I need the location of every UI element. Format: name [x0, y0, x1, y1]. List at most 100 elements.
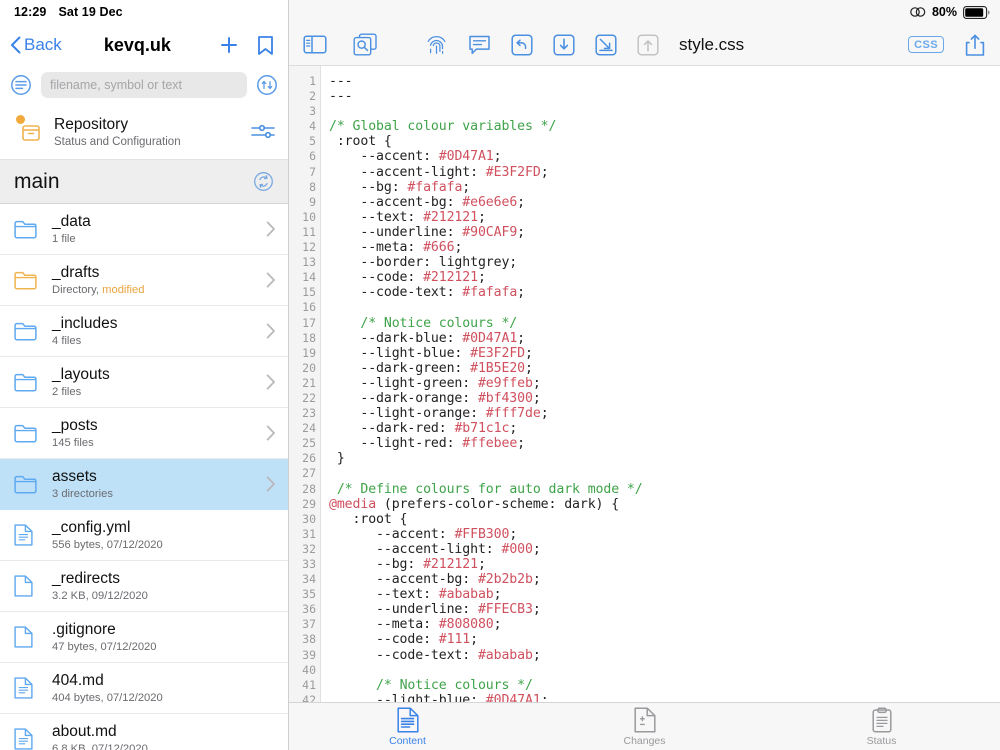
file-list-item[interactable]: about.md6.8 KB, 07/12/2020	[0, 714, 288, 750]
file-list-item[interactable]: _redirects3.2 KB, 09/12/2020	[0, 561, 288, 612]
file-item-icon	[14, 626, 48, 648]
tab-content[interactable]: Content	[289, 707, 526, 747]
folder-icon	[14, 322, 37, 341]
bottom-tab-bar[interactable]: ContentChangesStatus	[289, 702, 1000, 750]
file-item-disclosure[interactable]	[266, 374, 276, 390]
download-button[interactable]	[553, 34, 575, 56]
document-lines-icon	[397, 707, 419, 733]
fingerprint-button[interactable]	[425, 33, 448, 56]
code-line	[329, 104, 1000, 119]
file-list-item[interactable]: assets3 directories	[0, 459, 288, 510]
line-number: 22	[289, 391, 320, 406]
file-list-item[interactable]: _config.yml556 bytes, 07/12/2020	[0, 510, 288, 561]
file-item-subtitle: 2 files	[52, 386, 266, 398]
file-item-icon	[14, 373, 48, 392]
file-type-badge[interactable]: CSS	[908, 36, 944, 53]
search-field-wrapper[interactable]	[41, 72, 247, 98]
file-item-disclosure[interactable]	[266, 221, 276, 237]
code-content[interactable]: ------ /* Global colour variables */ :ro…	[321, 66, 1000, 702]
file-list-item[interactable]: _posts145 files	[0, 408, 288, 459]
code-editor[interactable]: 1234567891011121314151617181920212223242…	[289, 66, 1000, 702]
file-item-text: assets3 directories	[48, 468, 266, 500]
file-icon	[14, 677, 33, 699]
line-number: 17	[289, 316, 320, 331]
battery-icon	[963, 6, 990, 19]
file-item-name: _includes	[52, 315, 266, 333]
line-number: 41	[289, 678, 320, 693]
undo-button[interactable]	[511, 34, 533, 56]
branch-sync-button[interactable]	[253, 171, 274, 192]
status-bar: 12:29 Sat 19 Dec	[0, 0, 288, 24]
sliders-icon	[250, 121, 276, 143]
file-item-subtitle: 1 file	[52, 233, 266, 245]
code-line: --accent-bg: #e6e6e6;	[329, 195, 1000, 210]
branch-name: main	[14, 170, 253, 194]
download-icon	[553, 34, 575, 56]
tab-status[interactable]: Status	[763, 707, 1000, 747]
commit-icon	[595, 34, 617, 56]
file-item-text: about.md6.8 KB, 07/12/2020	[48, 723, 276, 750]
line-number: 35	[289, 587, 320, 602]
filter-button[interactable]	[10, 74, 32, 96]
sort-button[interactable]	[256, 74, 278, 96]
bookmark-button[interactable]	[257, 35, 274, 56]
file-list-item[interactable]: _draftsDirectory, modified	[0, 255, 288, 306]
file-item-icon	[14, 677, 48, 699]
file-item-disclosure[interactable]	[266, 425, 276, 441]
code-line: --light-blue: #0D47A1;	[329, 693, 1000, 702]
code-line: --dark-blue: #0D47A1;	[329, 331, 1000, 346]
file-list[interactable]: _data1 file_draftsDirectory, modified_in…	[0, 204, 288, 750]
tab-changes[interactable]: Changes	[526, 707, 763, 747]
branch-row[interactable]: main	[0, 160, 288, 204]
editor-filename: style.css	[679, 35, 908, 55]
code-line: /* Notice colours */	[329, 316, 1000, 331]
repository-subtitle: Status and Configuration	[54, 136, 250, 148]
status-bar-date: Sat 19 Dec	[58, 5, 122, 19]
file-icon	[14, 575, 33, 597]
back-button[interactable]: Back	[10, 35, 62, 55]
line-number: 32	[289, 542, 320, 557]
file-list-item[interactable]: 404.md404 bytes, 07/12/2020	[0, 663, 288, 714]
search-row	[0, 66, 288, 104]
commit-button[interactable]	[595, 34, 617, 56]
status-bar-right-cluster: 80%	[910, 0, 990, 24]
repository-status-dot	[16, 115, 25, 124]
sidebar-toggle-button[interactable]	[303, 34, 327, 55]
line-number: 31	[289, 527, 320, 542]
share-button[interactable]	[964, 33, 986, 57]
code-line: /* Global colour variables */	[329, 119, 1000, 134]
code-line: --dark-orange: #bf4300;	[329, 391, 1000, 406]
repository-config-button[interactable]	[250, 121, 276, 143]
fingerprint-icon	[425, 33, 448, 56]
line-number: 14	[289, 270, 320, 285]
file-item-icon	[14, 424, 48, 443]
chevron-right-icon	[266, 374, 276, 390]
sync-refresh-icon	[253, 171, 274, 192]
code-line: --light-orange: #fff7de;	[329, 406, 1000, 421]
editor-pane: style.css CSS 12345678910111213141516171…	[289, 0, 1000, 750]
search-documents-button[interactable]	[353, 33, 378, 56]
file-item-name: about.md	[52, 723, 276, 741]
file-list-item[interactable]: _layouts2 files	[0, 357, 288, 408]
repository-row[interactable]: Repository Status and Configuration	[0, 104, 288, 160]
search-input[interactable]	[50, 78, 238, 92]
file-list-item[interactable]: _includes4 files	[0, 306, 288, 357]
add-button[interactable]	[219, 35, 239, 55]
file-list-item[interactable]: .gitignore47 bytes, 07/12/2020	[0, 612, 288, 663]
file-item-disclosure[interactable]	[266, 272, 276, 288]
editor-toolbar-middle-group	[425, 33, 659, 56]
line-number: 34	[289, 572, 320, 587]
upload-button[interactable]	[637, 34, 659, 56]
file-item-disclosure[interactable]	[266, 323, 276, 339]
repository-title: Repository	[54, 116, 250, 134]
folder-icon	[14, 475, 37, 494]
file-list-item[interactable]: _data1 file	[0, 204, 288, 255]
file-item-name: _config.yml	[52, 519, 276, 537]
comment-button[interactable]	[468, 34, 491, 56]
chevron-right-icon	[266, 323, 276, 339]
file-item-disclosure[interactable]	[266, 476, 276, 492]
file-item-subtitle: 404 bytes, 07/12/2020	[52, 692, 276, 704]
code-line: --meta: #808080;	[329, 617, 1000, 632]
file-item-text: _config.yml556 bytes, 07/12/2020	[48, 519, 276, 551]
editor-toolbar: style.css CSS	[289, 0, 1000, 66]
